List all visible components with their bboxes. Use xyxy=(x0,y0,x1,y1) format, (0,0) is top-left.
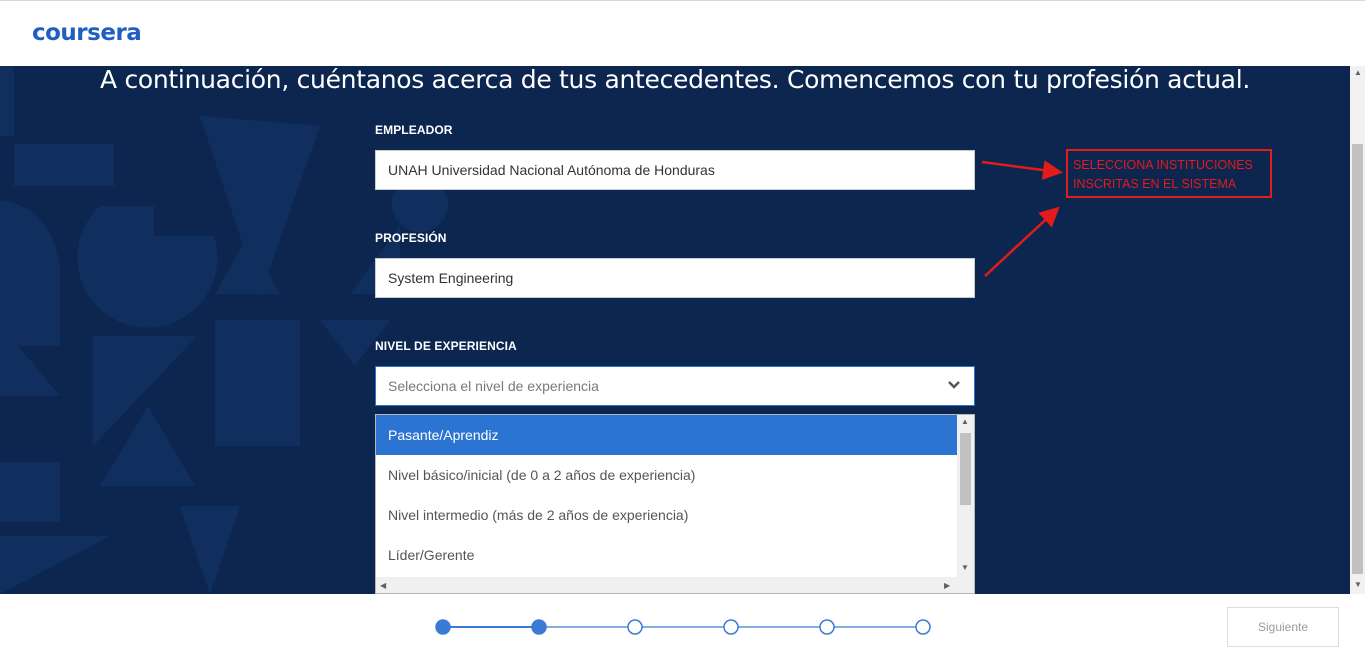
page-scroll-thumb[interactable] xyxy=(1352,144,1363,574)
stepper-step-completed xyxy=(531,619,547,635)
page-scrollbar[interactable]: ▲ ▼ xyxy=(1350,66,1365,594)
progress-stepper xyxy=(435,619,931,635)
main-panel: A continuación, cuéntanos acerca de tus … xyxy=(0,66,1350,594)
dropdown-horizontal-scrollbar[interactable]: ◀ ▶ xyxy=(376,577,958,593)
scroll-right-icon[interactable]: ▶ xyxy=(944,581,950,590)
footer: Siguiente xyxy=(0,594,1365,657)
annotation-note: SELECCIONA INSTITUCIONES INSCRITAS EN EL… xyxy=(1066,149,1272,198)
annotation-line-1: SELECCIONA INSTITUCIONES xyxy=(1073,158,1253,172)
page-scroll-down-icon[interactable]: ▼ xyxy=(1354,580,1362,589)
scroll-left-icon[interactable]: ◀ xyxy=(380,581,386,590)
coursera-logo[interactable]: coursera xyxy=(32,20,142,46)
stepper-step-pending xyxy=(627,619,643,635)
page-scroll-up-icon[interactable]: ▲ xyxy=(1354,68,1362,77)
experience-placeholder: Selecciona el nivel de experiencia xyxy=(388,378,599,394)
option-lider-gerente[interactable]: Líder/Gerente xyxy=(376,535,958,575)
top-header: coursera xyxy=(0,0,1365,66)
profession-field[interactable]: System Engineering xyxy=(375,258,975,298)
experience-label: NIVEL DE EXPERIENCIA xyxy=(375,339,517,353)
experience-dropdown-list[interactable]: Pasante/Aprendiz Nivel básico/inicial (d… xyxy=(375,414,975,594)
next-button[interactable]: Siguiente xyxy=(1227,607,1339,647)
option-nivel-basico[interactable]: Nivel básico/inicial (de 0 a 2 años de e… xyxy=(376,455,958,495)
stepper-step-completed xyxy=(435,619,451,635)
dropdown-vertical-scrollbar[interactable]: ▲ ▼ xyxy=(957,415,974,577)
employer-field[interactable]: UNAH Universidad Nacional Autónoma de Ho… xyxy=(375,150,975,190)
dropdown-scroll-thumb[interactable] xyxy=(960,433,971,505)
annotation-line-2: INSCRITAS EN EL SISTEMA xyxy=(1073,177,1237,191)
stepper-step-pending xyxy=(915,619,931,635)
employer-label: EMPLEADOR xyxy=(375,123,453,137)
stepper-step-pending xyxy=(723,619,739,635)
chevron-down-icon xyxy=(948,381,960,389)
option-nivel-intermedio[interactable]: Nivel intermedio (más de 2 años de exper… xyxy=(376,495,958,535)
profession-label: PROFESIÓN xyxy=(375,231,447,245)
scrollbar-corner xyxy=(957,577,974,593)
experience-select[interactable]: Selecciona el nivel de experiencia xyxy=(375,366,975,406)
page-heading: A continuación, cuéntanos acerca de tus … xyxy=(100,66,1250,94)
stepper-step-pending xyxy=(819,619,835,635)
scroll-up-icon[interactable]: ▲ xyxy=(961,417,969,426)
option-pasante[interactable]: Pasante/Aprendiz xyxy=(376,415,958,455)
scroll-down-icon[interactable]: ▼ xyxy=(961,563,969,572)
